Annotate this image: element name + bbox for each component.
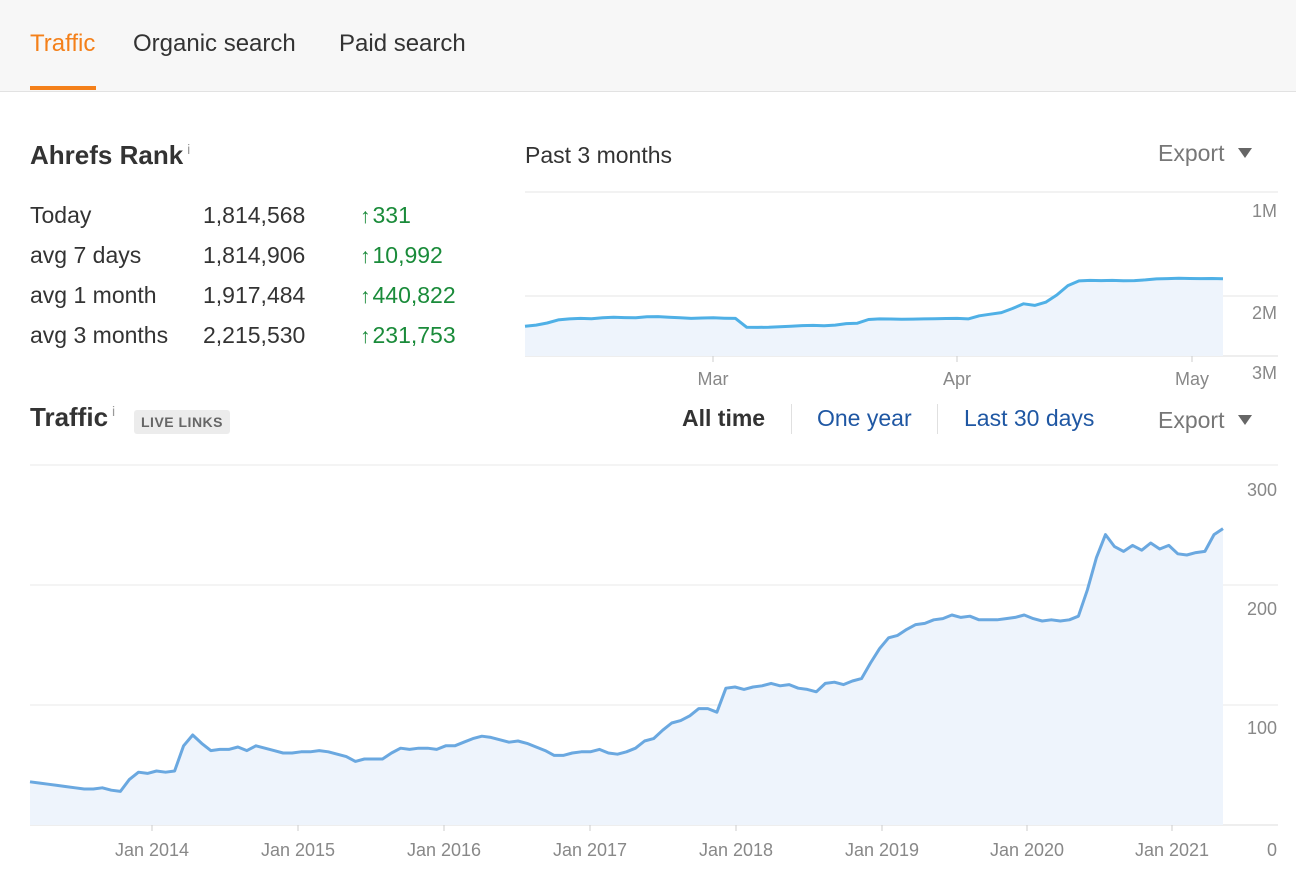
rank-row-label: Today: [30, 202, 92, 228]
rank-period-label: Past 3 months: [525, 142, 673, 168]
rank-export-button[interactable]: Export: [1158, 140, 1253, 167]
rank-row-delta: ↑231,753: [360, 322, 456, 349]
caret-down-icon: [1238, 414, 1253, 425]
rank-row-delta-value: 10,992: [372, 242, 443, 268]
tab-paid-search[interactable]: Paid search: [339, 30, 466, 58]
up-arrow-icon: ↑: [360, 205, 371, 228]
traffic-title-text: Traffic: [30, 402, 109, 432]
y-tick-label: 2M: [1252, 303, 1277, 323]
rank-row-avg-3-months: avg 3 months 2,215,530 ↑231,753: [30, 322, 490, 362]
traffic-chart: 300 200 100 0 Jan 2014 Jan 2015 Jan 2016 Jan 20…: [29, 464, 1278, 860]
info-icon[interactable]: i: [187, 141, 190, 157]
range-one-year[interactable]: One year: [817, 405, 912, 432]
x-tick-label: Jan 2016: [407, 840, 481, 860]
range-divider: [791, 404, 792, 434]
y-tick-label: 200: [1247, 599, 1277, 619]
live-links-badge: LIVE LINKS: [134, 410, 231, 434]
rank-row-label: avg 3 months: [30, 322, 169, 348]
export-label: Export: [1158, 140, 1225, 166]
x-tick-label: Jan 2017: [553, 840, 627, 860]
x-tick-label: Jan 2021: [1135, 840, 1209, 860]
y-tick-label: 1M: [1252, 201, 1277, 221]
rank-row-label: avg 1 month: [30, 282, 157, 308]
ahrefs-rank-chart: 1M 2M 3M Mar Apr May: [524, 191, 1278, 389]
range-all-time[interactable]: All time: [682, 405, 765, 432]
x-tick-label: Apr: [943, 369, 971, 389]
x-tick-label: Jan 2014: [115, 840, 189, 860]
x-tick-label: Jan 2018: [699, 840, 773, 860]
caret-down-icon: [1238, 147, 1253, 158]
rank-row-delta-value: 331: [372, 202, 411, 228]
ahrefs-rank-title: Ahrefs Rank i: [30, 140, 190, 171]
rank-row-avg-1-month: avg 1 month 1,917,484 ↑440,822: [30, 282, 490, 322]
rank-row-label: avg 7 days: [30, 242, 142, 268]
rank-row-delta: ↑331: [360, 202, 411, 229]
tab-organic-search[interactable]: Organic search: [133, 30, 296, 58]
rank-row-delta-value: 440,822: [372, 282, 456, 308]
up-arrow-icon: ↑: [360, 325, 371, 348]
x-tick-label: May: [1175, 369, 1209, 389]
x-tick-label: Jan 2020: [990, 840, 1064, 860]
rank-row-value: 1,814,906: [203, 242, 306, 268]
report-tabs: Traffic Organic search Paid search: [0, 0, 1296, 92]
range-last-30-days[interactable]: Last 30 days: [964, 405, 1094, 432]
export-label: Export: [1158, 407, 1225, 433]
rank-row-value: 1,814,568: [203, 202, 306, 228]
rank-row-today: Today 1,814,568 ↑331: [30, 202, 490, 242]
info-icon[interactable]: i: [112, 403, 115, 419]
up-arrow-icon: ↑: [360, 285, 371, 308]
y-tick-label: 300: [1247, 480, 1277, 500]
x-tick-label: Jan 2015: [261, 840, 335, 860]
range-divider: [937, 404, 938, 434]
x-tick-label: Mar: [698, 369, 729, 389]
ahrefs-rank-title-text: Ahrefs Rank: [30, 140, 184, 170]
traffic-area: [30, 528, 1223, 825]
tab-traffic[interactable]: Traffic: [30, 30, 95, 58]
x-tick-label: Jan 2019: [845, 840, 919, 860]
traffic-title: Traffic i: [30, 402, 115, 433]
traffic-export-button[interactable]: Export: [1158, 407, 1253, 434]
rank-row-value: 1,917,484: [203, 282, 306, 308]
rank-row-delta: ↑10,992: [360, 242, 443, 269]
rank-row-avg-7-days: avg 7 days 1,814,906 ↑10,992: [30, 242, 490, 282]
y-tick-label: 0: [1267, 840, 1277, 860]
y-tick-label: 3M: [1252, 363, 1277, 383]
rank-row-value: 2,215,530: [203, 322, 306, 348]
y-tick-label: 100: [1247, 718, 1277, 738]
rank-row-delta: ↑440,822: [360, 282, 456, 309]
rank-row-delta-value: 231,753: [372, 322, 456, 348]
active-tab-indicator: [30, 86, 96, 90]
up-arrow-icon: ↑: [360, 245, 371, 268]
